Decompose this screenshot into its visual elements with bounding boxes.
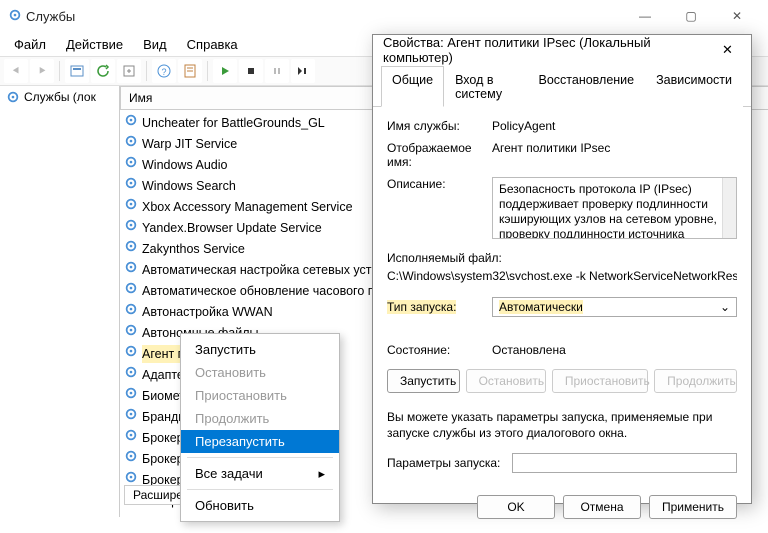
- gear-icon: [124, 407, 138, 426]
- tab-recovery[interactable]: Восстановление: [528, 66, 646, 107]
- label-description: Описание:: [387, 177, 482, 239]
- description-textbox[interactable]: Безопасность протокола IP (IPsec) поддер…: [492, 177, 737, 239]
- gear-icon: [124, 365, 138, 384]
- menu-file[interactable]: Файл: [6, 35, 54, 54]
- ctx-refresh[interactable]: Обновить: [181, 494, 339, 517]
- toolbar-icon[interactable]: [65, 59, 89, 83]
- gear-icon: [124, 239, 138, 258]
- chevron-right-icon: ▸: [318, 466, 325, 482]
- service-name: Zakynthos Service: [142, 240, 245, 258]
- chevron-down-icon: ⌄: [720, 300, 730, 314]
- value-state: Остановлена: [492, 343, 737, 357]
- dialog-title: Свойства: Агент политики IPsec (Локальны…: [383, 35, 714, 65]
- pause-button: Приостановить: [552, 369, 648, 393]
- properties-dialog: Свойства: Агент политики IPsec (Локальны…: [372, 34, 752, 504]
- help-icon[interactable]: ?: [152, 59, 176, 83]
- scope-root-label: Службы (лок: [24, 90, 96, 104]
- gear-icon: [124, 344, 138, 363]
- ctx-all-tasks[interactable]: Все задачи ▸: [181, 462, 339, 485]
- service-name: Автоматическое обновление часового пояс: [142, 282, 395, 300]
- service-name: Uncheater for BattleGrounds_GL: [142, 114, 325, 132]
- forward-button[interactable]: ⯈: [30, 59, 54, 83]
- resume-button: Продолжить: [654, 369, 737, 393]
- tab-general[interactable]: Общие: [381, 66, 444, 107]
- service-name: Yandex.Browser Update Service: [142, 219, 322, 237]
- label-state: Состояние:: [387, 343, 482, 357]
- gear-icon: [124, 134, 138, 153]
- play-icon[interactable]: [213, 59, 237, 83]
- gear-icon: [124, 197, 138, 216]
- ok-button[interactable]: OK: [477, 495, 555, 519]
- label-launch-params: Параметры запуска:: [387, 456, 502, 470]
- ctx-resume: Продолжить: [181, 407, 339, 430]
- properties-icon[interactable]: [178, 59, 202, 83]
- ctx-stop: Остановить: [181, 361, 339, 384]
- dialog-titlebar: Свойства: Агент политики IPsec (Локальны…: [373, 35, 751, 65]
- service-name: Windows Audio: [142, 156, 227, 174]
- gear-icon: [124, 449, 138, 468]
- label-start-type: Тип запуска:: [387, 300, 456, 314]
- menu-view[interactable]: Вид: [135, 35, 175, 54]
- service-name: Брокер: [142, 429, 184, 447]
- apply-button[interactable]: Применить: [649, 495, 737, 519]
- app-icon: [8, 8, 22, 25]
- minimize-button[interactable]: —: [622, 0, 668, 32]
- svg-text:?: ?: [161, 67, 166, 77]
- service-name: Брокер: [142, 450, 184, 468]
- stop-icon[interactable]: [239, 59, 263, 83]
- window-titlebar: Службы — ▢ ✕: [0, 0, 768, 32]
- service-name: Warp JIT Service: [142, 135, 237, 153]
- label-display-name: Отображаемое имя:: [387, 141, 482, 169]
- start-type-value: Автоматически: [499, 300, 583, 314]
- tab-logon[interactable]: Вход в систему: [444, 66, 527, 107]
- pause-icon[interactable]: [265, 59, 289, 83]
- value-service-name: PolicyAgent: [492, 119, 737, 133]
- gear-icon: [124, 281, 138, 300]
- back-button[interactable]: ⯇: [4, 59, 28, 83]
- export-icon[interactable]: [117, 59, 141, 83]
- value-display-name: Агент политики IPsec: [492, 141, 737, 169]
- gear-icon: [124, 218, 138, 237]
- gear-icon: [124, 302, 138, 321]
- restart-icon[interactable]: [291, 59, 315, 83]
- gear-icon: [124, 386, 138, 405]
- description-text: Безопасность протокола IP (IPsec) поддер…: [499, 182, 717, 239]
- gear-icon: [124, 428, 138, 447]
- label-service-name: Имя службы:: [387, 119, 482, 133]
- ctx-pause: Приостановить: [181, 384, 339, 407]
- maximize-button[interactable]: ▢: [668, 0, 714, 32]
- service-name: Xbox Accessory Management Service: [142, 198, 353, 216]
- ctx-all-tasks-label: Все задачи: [195, 466, 263, 481]
- service-name: Автоматическая настройка сетевых устройс: [142, 261, 399, 279]
- menu-action[interactable]: Действие: [58, 35, 131, 54]
- dialog-close-button[interactable]: ✕: [714, 36, 741, 64]
- scope-pane: Службы (лок: [0, 86, 120, 517]
- start-type-select[interactable]: Автоматически ⌄: [492, 297, 737, 317]
- close-button[interactable]: ✕: [714, 0, 760, 32]
- launch-params-input[interactable]: [512, 453, 737, 473]
- tab-dependencies[interactable]: Зависимости: [645, 66, 743, 107]
- gear-icon: [124, 323, 138, 342]
- label-exe-path: Исполняемый файл:: [387, 251, 737, 265]
- cancel-button[interactable]: Отмена: [563, 495, 641, 519]
- description-scrollbar[interactable]: [722, 178, 736, 238]
- start-button[interactable]: Запустить: [387, 369, 460, 393]
- info-text: Вы можете указать параметры запуска, при…: [387, 409, 737, 441]
- gear-icon: [124, 155, 138, 174]
- context-menu: Запустить Остановить Приостановить Продо…: [180, 333, 340, 522]
- gear-icon: [124, 260, 138, 279]
- stop-button: Остановить: [466, 369, 546, 393]
- scope-root[interactable]: Службы (лок: [0, 86, 119, 108]
- dialog-tabs: Общие Вход в систему Восстановление Зави…: [373, 65, 751, 107]
- ctx-start[interactable]: Запустить: [181, 338, 339, 361]
- service-name: Windows Search: [142, 177, 236, 195]
- gear-icon: [124, 176, 138, 195]
- menu-help[interactable]: Справка: [179, 35, 246, 54]
- refresh-icon[interactable]: [91, 59, 115, 83]
- ctx-restart[interactable]: Перезапустить: [181, 430, 339, 453]
- service-name: Автонастройка WWAN: [142, 303, 273, 321]
- value-exe-path: C:\Windows\system32\svchost.exe -k Netwo…: [387, 265, 737, 283]
- gear-icon: [124, 113, 138, 132]
- window-title: Службы: [26, 9, 75, 24]
